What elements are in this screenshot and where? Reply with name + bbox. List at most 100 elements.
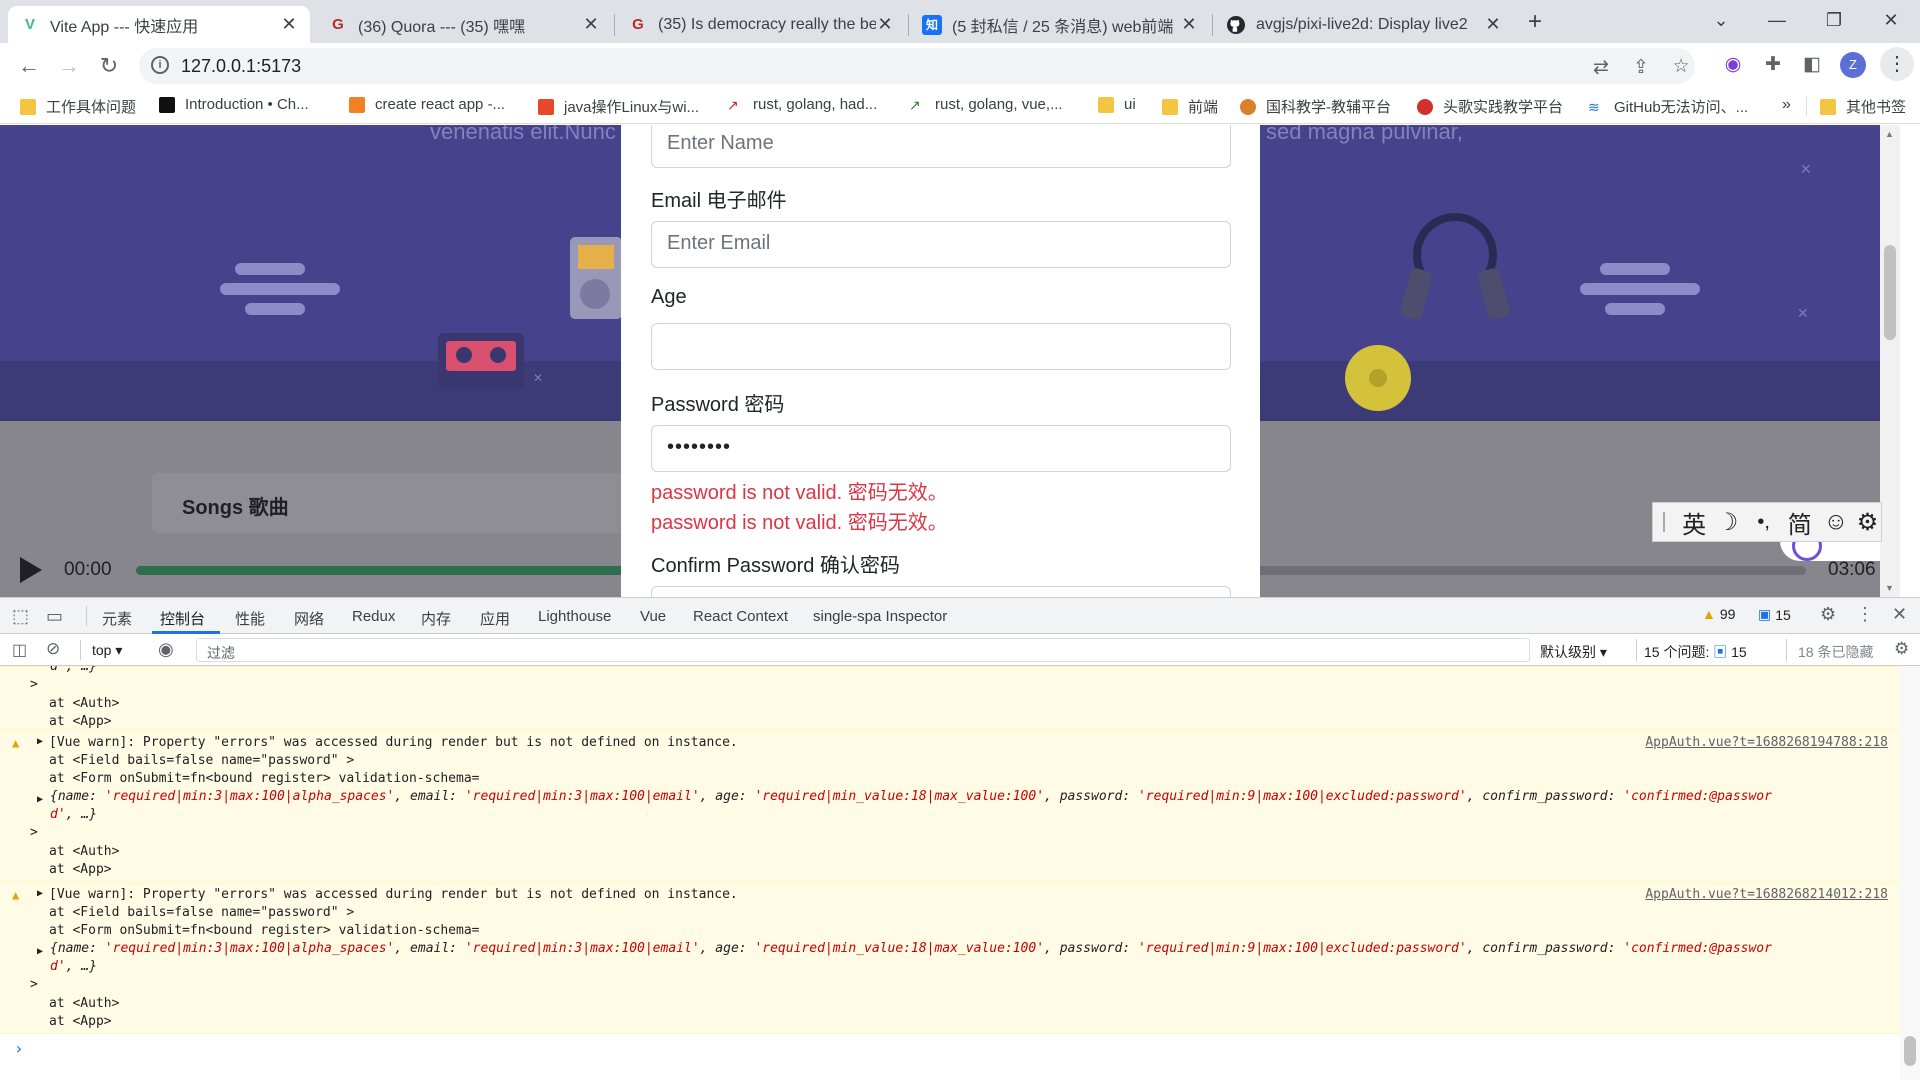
warnings-badge[interactable]: ▲ 99 — [1702, 606, 1735, 622]
console-line: d', …} — [50, 666, 97, 674]
close-window-button[interactable]: ✕ — [1864, 0, 1918, 40]
restore-button[interactable]: ❐ — [1807, 0, 1861, 40]
close-tab-icon[interactable]: ✕ — [1484, 14, 1502, 35]
console-line: at <Field bails=false name="password" > — [49, 905, 355, 920]
bookmark-java-linux[interactable]: java操作Linux与wi... — [538, 96, 699, 117]
log-level-dropdown[interactable]: 默认级别 ▾ — [1540, 642, 1607, 662]
extension-icon[interactable]: ◉ — [1721, 53, 1745, 76]
close-tab-icon[interactable]: ✕ — [876, 14, 894, 35]
bookmark-touge[interactable]: 头歌实践教学平台 — [1417, 96, 1563, 117]
close-tab-icon[interactable]: ✕ — [1180, 14, 1198, 35]
devtools-tab-lighthouse[interactable]: Lighthouse — [538, 608, 611, 625]
console-line: at <Auth> — [49, 996, 120, 1011]
devtools-tab-redux[interactable]: Redux — [352, 608, 395, 625]
bookmark-create-react-app[interactable]: create react app -... — [349, 96, 505, 113]
bookmark-guoke[interactable]: 国科教学-教辅平台 — [1240, 96, 1391, 117]
devtools-tab-performance[interactable]: 性能 — [235, 608, 265, 629]
punctuation-icon[interactable]: •, — [1746, 511, 1782, 534]
bookmark-folder-work[interactable]: 工作具体问题 — [20, 96, 136, 117]
expand-triangle-icon[interactable]: ▶ — [37, 794, 43, 805]
share-icon[interactable]: ⇪ — [1629, 56, 1653, 79]
console-prompt[interactable]: › — [14, 1039, 24, 1058]
clear-console-icon[interactable]: ⊘ — [46, 639, 60, 659]
forward-arrow-icon[interactable]: → — [54, 51, 84, 81]
issues-button[interactable]: 15 个问题: ▣ 15 — [1644, 642, 1747, 662]
reload-icon[interactable]: ↻ — [94, 51, 124, 81]
bookmark-folder-frontend[interactable]: 前端 — [1162, 96, 1218, 117]
age-input[interactable] — [651, 323, 1231, 370]
console-output: d', …} > at <Auth> at <App> ▲ ▶ [Vue war… — [0, 666, 1900, 1080]
bookmark-introduction[interactable]: Introduction • Ch... — [159, 96, 309, 113]
vinyl-disc-icon — [1345, 345, 1411, 411]
headphones-icon — [1395, 213, 1515, 323]
devtools-tab-vue[interactable]: Vue — [640, 608, 666, 625]
bookmark-rust-golang-2[interactable]: ↗ rust, golang, vue,... — [909, 96, 1063, 113]
address-bar[interactable]: i 127.0.0.1:5173 ⇄ ⇪ ☆ — [139, 48, 1695, 84]
password-input[interactable]: •••••••• — [651, 425, 1231, 472]
devtools-menu-icon[interactable]: ⋮ — [1856, 604, 1874, 625]
minimize-button[interactable]: — — [1750, 0, 1804, 40]
bookmark-folder-other[interactable]: 其他书签 — [1820, 96, 1906, 117]
moon-icon[interactable]: ☽ — [1710, 508, 1746, 537]
tab-democracy[interactable]: G (35) Is democracy really the be ✕ — [616, 6, 906, 43]
ime-simplified-toggle[interactable]: 简 — [1782, 505, 1818, 540]
tab-github[interactable]: avgjs/pixi-live2d: Display live2 ✕ — [1214, 6, 1514, 43]
expand-caret[interactable]: > — [30, 677, 38, 692]
password-label: Password 密码 — [651, 394, 785, 416]
tab-vite-app[interactable]: V Vite App --- 快速应用 ✕ — [8, 6, 310, 43]
bookmark-star-icon[interactable]: ☆ — [1669, 55, 1693, 78]
expand-caret[interactable]: > — [30, 825, 38, 840]
devtools-tab-network[interactable]: 网络 — [294, 608, 324, 629]
devtools-tab-memory[interactable]: 内存 — [421, 608, 451, 629]
settings-gear-icon[interactable]: ⚙ — [1820, 604, 1836, 625]
console-settings-gear-icon[interactable]: ⚙ — [1894, 639, 1909, 659]
translate-icon[interactable]: ⇄ — [1589, 56, 1613, 79]
play-icon[interactable] — [20, 557, 42, 583]
menu-kebab-icon[interactable]: ⋮ — [1880, 47, 1914, 81]
devtools-tab-single-spa[interactable]: single-spa Inspector — [813, 608, 947, 625]
eye-icon[interactable]: ◉ — [158, 639, 174, 660]
close-tab-icon[interactable]: ✕ — [280, 14, 298, 35]
devtools-tab-react-context[interactable]: React Context — [693, 608, 788, 625]
device-toolbar-icon[interactable]: ▭ — [46, 606, 63, 627]
sidebar-toggle-icon[interactable]: ◫ — [12, 640, 27, 660]
ime-language-toggle[interactable]: 英 — [1679, 505, 1710, 540]
tab-zhihu[interactable]: 知 (5 封私信 / 25 条消息) web前端 ✕ — [910, 6, 1210, 43]
source-link[interactable]: AppAuth.vue?t=1688268194788:218 — [1645, 735, 1888, 750]
profile-avatar[interactable]: Z — [1840, 52, 1866, 78]
tab-quora[interactable]: G (36) Quora --- (35) 嘿嘿 ✕ — [316, 6, 612, 43]
expand-caret[interactable]: > — [30, 977, 38, 992]
bookmarks-overflow-button[interactable]: » — [1782, 96, 1791, 114]
bookmark-rust-golang-1[interactable]: ↗ rust, golang, had... — [727, 96, 877, 113]
console-filter-input[interactable]: 过滤 — [196, 638, 1530, 662]
console-scrollbar[interactable] — [1900, 666, 1920, 1080]
source-link[interactable]: AppAuth.vue?t=1688268214012:218 — [1645, 887, 1888, 902]
inspect-element-icon[interactable]: ⬚ — [12, 606, 29, 627]
expand-triangle-icon[interactable]: ▶ — [37, 888, 43, 899]
devtools-tab-application[interactable]: 应用 — [480, 608, 510, 629]
site-info-icon[interactable]: i — [151, 56, 169, 74]
bookmark-label: create react app -... — [375, 96, 506, 113]
bookmark-github-access[interactable]: ≋ GitHub无法访问、... — [1588, 96, 1748, 117]
devtools-tab-console[interactable]: 控制台 — [160, 608, 205, 629]
back-arrow-icon[interactable]: ← — [14, 51, 44, 81]
expand-triangle-icon[interactable]: ▶ — [37, 946, 43, 957]
context-selector[interactable]: top ▾ — [92, 642, 122, 659]
devtools-tab-elements[interactable]: 元素 — [102, 608, 132, 629]
confirm-password-input[interactable] — [651, 586, 1231, 597]
side-panel-icon[interactable]: ◧ — [1800, 53, 1824, 76]
tab-search-icon[interactable]: ⌄ — [1694, 0, 1748, 40]
gear-icon[interactable]: ⚙ — [1854, 508, 1881, 537]
bookmark-folder-ui[interactable]: ui — [1098, 96, 1136, 113]
close-devtools-icon[interactable]: ✕ — [1892, 604, 1907, 625]
log-level-label: 默认级别 — [1540, 644, 1596, 660]
expand-triangle-icon[interactable]: ▶ — [37, 736, 43, 747]
emoji-icon[interactable]: ☺ — [1818, 508, 1854, 536]
page-scrollbar[interactable]: ▲ ▼ — [1880, 125, 1900, 597]
messages-badge[interactable]: ▣ 15 — [1758, 606, 1791, 623]
close-tab-icon[interactable]: ✕ — [582, 14, 600, 35]
extensions-puzzle-icon[interactable]: ✚ — [1761, 53, 1785, 76]
new-tab-button[interactable]: + — [1520, 8, 1550, 38]
name-input[interactable]: Enter Name — [651, 125, 1231, 168]
email-input[interactable]: Enter Email — [651, 221, 1231, 268]
